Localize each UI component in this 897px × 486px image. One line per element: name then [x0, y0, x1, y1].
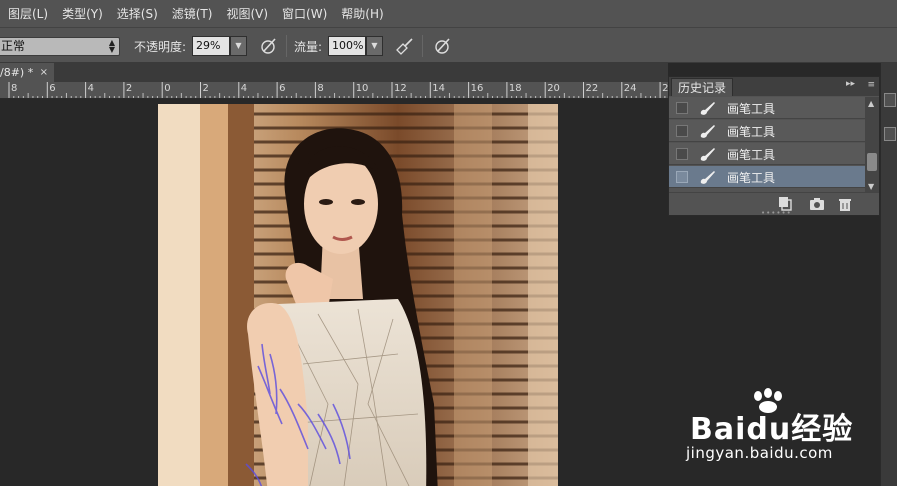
history-panel-header: 历史记录 ▸▸ ≡: [669, 77, 879, 96]
document-photo[interactable]: [158, 104, 558, 486]
portrait-image: [158, 104, 558, 486]
watermark-url: jingyan.baidu.com: [686, 444, 833, 462]
history-item-selected[interactable]: 画笔工具: [669, 166, 865, 188]
history-snapshot-checkbox[interactable]: [676, 102, 688, 114]
history-scrollbar[interactable]: ▲ ▼: [865, 97, 879, 192]
brush-icon: [700, 148, 715, 161]
history-item[interactable]: 画笔工具: [669, 97, 865, 119]
ruler-label: 22: [585, 83, 599, 94]
ruler-label: 6: [49, 83, 56, 94]
ruler-label: 16: [470, 83, 484, 94]
history-snapshot-checkbox[interactable]: [676, 125, 688, 137]
ruler-label: 24: [623, 83, 637, 94]
camera-icon[interactable]: [808, 196, 826, 212]
brush-icon: [700, 125, 715, 138]
brush-icon: [700, 171, 715, 184]
ruler-label: 0: [164, 83, 171, 94]
history-list: 画笔工具 画笔工具 画笔工具 画笔工具: [669, 97, 865, 192]
history-snapshot-checkbox[interactable]: [676, 148, 688, 160]
history-item[interactable]: 画笔工具: [669, 143, 865, 165]
select-arrows-icon: ▲ ▼: [108, 38, 115, 54]
blend-mode-select[interactable]: 正常 ▲ ▼: [0, 37, 120, 56]
pressure-size-icon[interactable]: [432, 36, 452, 56]
history-item-label: 画笔工具: [727, 171, 776, 185]
flow-input[interactable]: 100%: [328, 36, 366, 56]
airbrush-icon[interactable]: [394, 36, 414, 56]
watermark: Baidu经验 jingyan.baidu.com: [686, 388, 861, 468]
ruler-label: 8: [11, 83, 18, 94]
history-item[interactable]: 画笔工具: [669, 120, 865, 142]
ruler-label: 18: [508, 83, 522, 94]
dock-panel-icon[interactable]: [884, 127, 896, 141]
close-tab-icon[interactable]: ×: [40, 63, 48, 82]
menu-type[interactable]: 类型(Y): [62, 5, 103, 22]
options-separator: [286, 35, 287, 57]
ruler-label: 4: [240, 83, 248, 94]
panel-resize-grip[interactable]: ••••••: [761, 209, 792, 217]
ruler-label: 10: [355, 83, 369, 94]
blend-mode-value: 正常: [1, 39, 26, 53]
opacity-label: 不透明度:: [134, 40, 187, 54]
menu-filter[interactable]: 滤镜(T): [172, 5, 213, 22]
menu-help[interactable]: 帮助(H): [341, 5, 383, 22]
panel-menu-icon[interactable]: ≡: [867, 80, 875, 90]
ruler-ticks: [8, 82, 666, 98]
document-tab-title: /8#) *: [0, 66, 34, 79]
history-item-label: 画笔工具: [727, 102, 776, 116]
horizontal-ruler: 864202468101214161820222426: [0, 82, 668, 99]
scroll-down-icon[interactable]: ▼: [868, 182, 874, 191]
opacity-dropdown-button[interactable]: ▼: [230, 36, 247, 56]
menu-select[interactable]: 选择(S): [117, 5, 158, 22]
options-separator: [422, 35, 423, 57]
pressure-opacity-icon[interactable]: [258, 36, 278, 56]
flow-label: 流量:: [294, 40, 323, 54]
ruler-label: 12: [394, 83, 407, 94]
ruler-label: 4: [87, 83, 94, 94]
ruler-label: 2: [125, 83, 133, 94]
history-panel: 历史记录 ▸▸ ≡ 画笔工具 画笔工具 画笔工具 画笔工具 ▲ ▼ ••••••: [668, 76, 880, 217]
scroll-up-icon[interactable]: ▲: [868, 99, 874, 108]
history-item-label: 画笔工具: [727, 148, 776, 162]
ruler-label: 8: [317, 83, 324, 94]
watermark-brand: Baidu经验: [690, 412, 854, 447]
history-tab[interactable]: 历史记录: [671, 78, 734, 96]
history-item-label: 画笔工具: [727, 125, 776, 139]
opacity-input[interactable]: 29%: [192, 36, 230, 56]
ruler-label: 2: [202, 83, 209, 94]
document-tab[interactable]: /8#) * ×: [0, 63, 54, 82]
document-tab-bar: /8#) * ×: [0, 63, 668, 82]
trash-icon[interactable]: [836, 196, 854, 212]
menu-window[interactable]: 窗口(W): [282, 5, 327, 22]
ruler-label: 20: [547, 83, 560, 94]
brush-icon: [700, 102, 715, 115]
menu-bar: 图层(L) 类型(Y) 选择(S) 滤镜(T) 视图(V) 窗口(W) 帮助(H…: [0, 0, 897, 27]
ruler-label: 6: [279, 83, 286, 94]
dock-panel-icon[interactable]: [884, 93, 896, 107]
history-footer: ••••••: [669, 192, 879, 217]
menu-view[interactable]: 视图(V): [226, 5, 268, 22]
history-snapshot-checkbox[interactable]: [676, 171, 688, 183]
ruler-label: 14: [432, 83, 446, 94]
flow-dropdown-button[interactable]: ▼: [366, 36, 383, 56]
collapse-panel-icon[interactable]: ▸▸: [846, 79, 855, 89]
tool-options-bar: 正常 ▲ ▼ 不透明度: 29% ▼ 流量: 100% ▼: [0, 27, 897, 63]
scrollbar-thumb[interactable]: [867, 153, 877, 171]
menu-layer[interactable]: 图层(L): [8, 5, 48, 22]
right-dock-strip: [880, 63, 897, 486]
